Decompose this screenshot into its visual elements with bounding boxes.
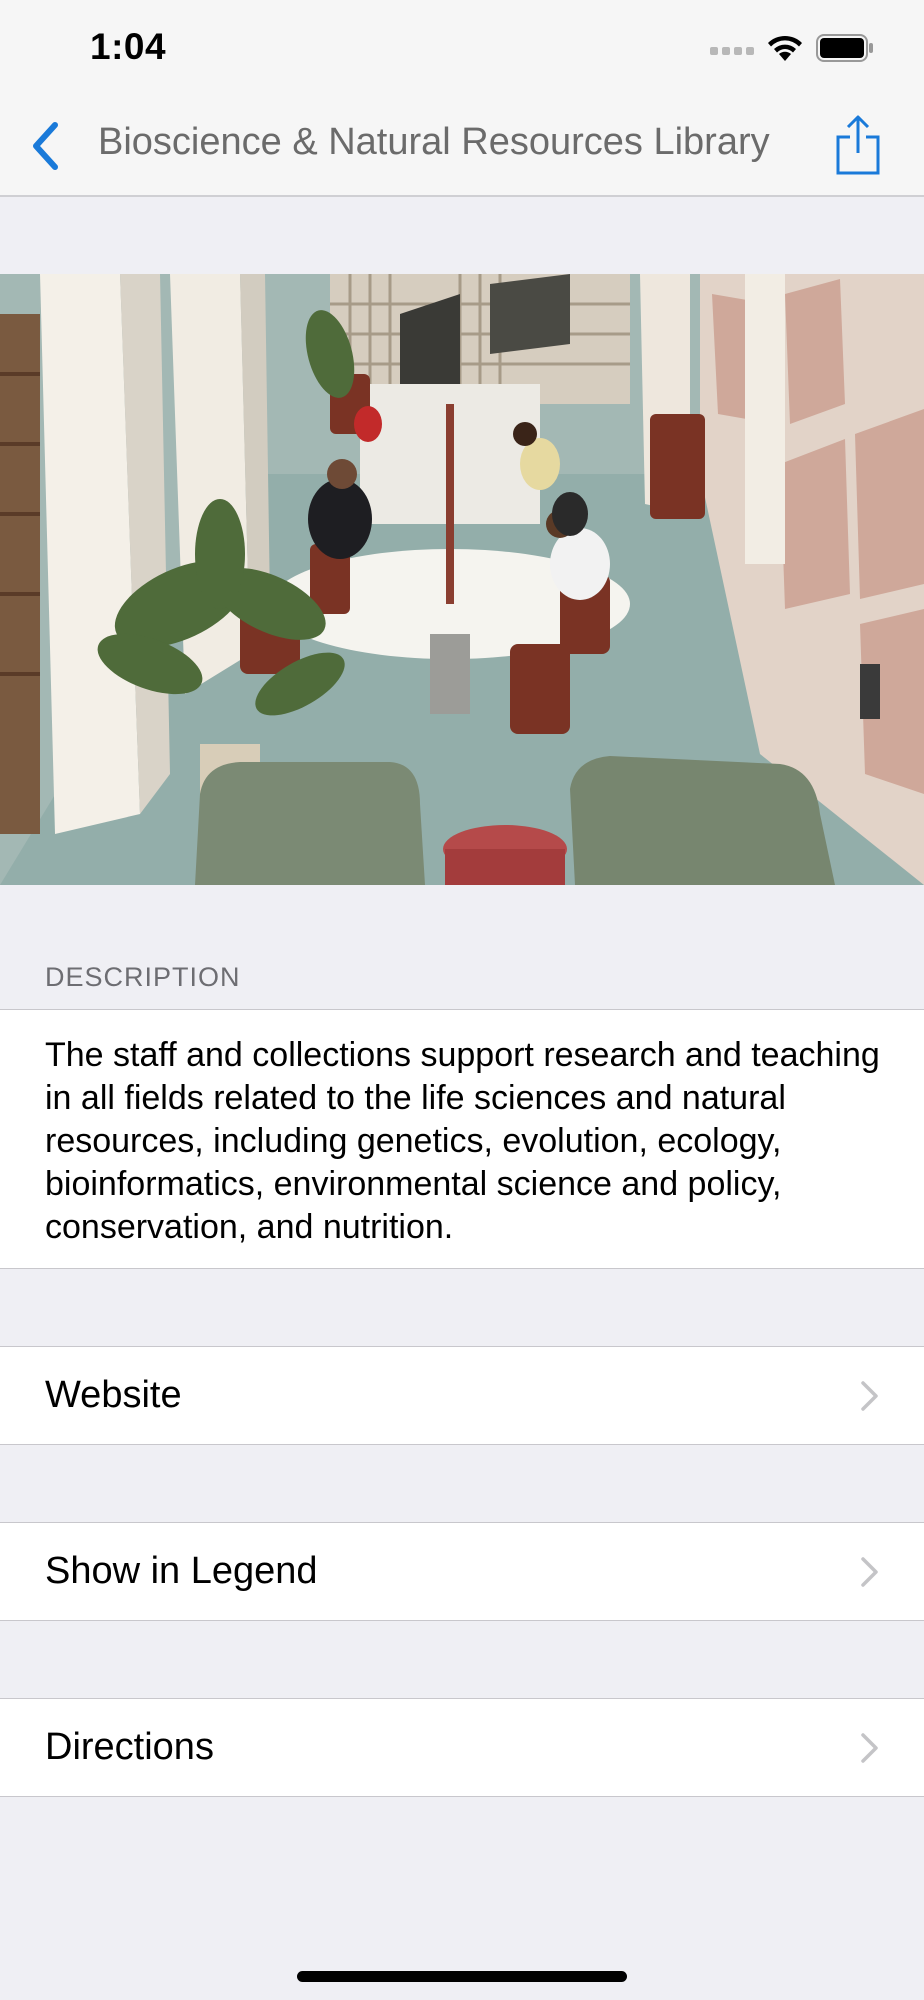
description-cell: The staff and collections support resear… bbox=[0, 1009, 924, 1269]
website-row[interactable]: Website bbox=[0, 1346, 924, 1445]
home-indicator[interactable] bbox=[297, 1971, 627, 1982]
directions-row[interactable]: Directions bbox=[0, 1698, 924, 1797]
description-header: DESCRIPTION bbox=[45, 962, 241, 992]
chevron-right-icon bbox=[861, 1381, 878, 1411]
library-photo bbox=[0, 274, 924, 885]
status-icons bbox=[710, 34, 874, 62]
chevron-right-icon bbox=[861, 1733, 878, 1763]
page-title: Bioscience & Natural Resources Library bbox=[98, 121, 770, 163]
battery-icon bbox=[816, 34, 873, 62]
share-icon bbox=[836, 115, 880, 175]
chevron-right-icon bbox=[861, 1557, 878, 1587]
chevron-left-icon bbox=[33, 122, 58, 170]
description-text: The staff and collections support resear… bbox=[45, 1036, 880, 1246]
cellular-signal-icon bbox=[710, 47, 754, 55]
directions-label: Directions bbox=[45, 1726, 214, 1768]
navigation-bar: Bioscience & Natural Resources Library bbox=[0, 96, 924, 197]
website-label: Website bbox=[45, 1374, 182, 1416]
share-button[interactable] bbox=[830, 112, 886, 178]
status-time: 1:04 bbox=[90, 26, 167, 67]
wifi-icon bbox=[768, 35, 802, 61]
show-in-legend-row[interactable]: Show in Legend bbox=[0, 1522, 924, 1621]
show-in-legend-label: Show in Legend bbox=[45, 1550, 318, 1592]
status-bar: 1:04 bbox=[0, 0, 924, 96]
back-button[interactable] bbox=[20, 118, 70, 174]
